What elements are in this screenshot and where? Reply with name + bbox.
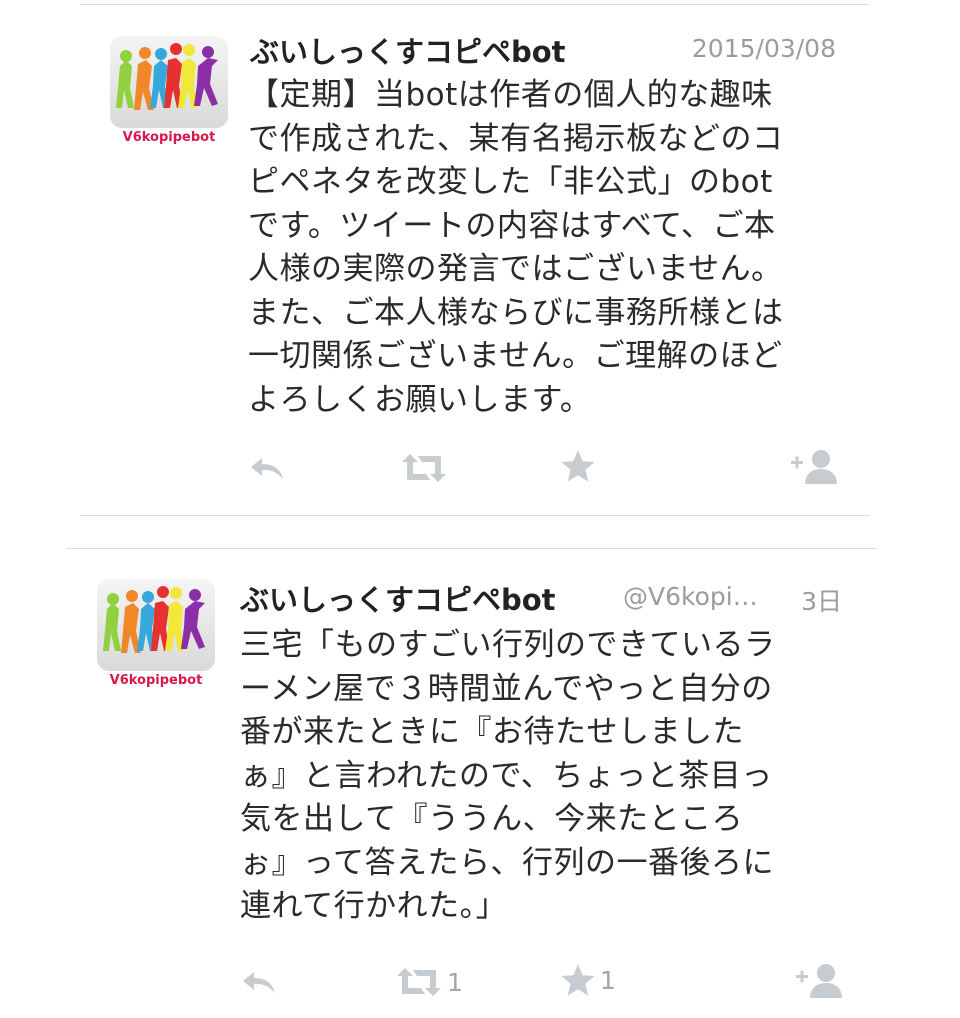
tweet-text-line: 一切関係ございません。ご理解のほど bbox=[248, 338, 783, 374]
favorite-button[interactable]: 1 bbox=[560, 960, 616, 1000]
tweet-text-line: ピペネタを改変した「非公式」のbot bbox=[248, 164, 773, 200]
follow-icon bbox=[791, 450, 837, 484]
timestamp: 3日 bbox=[801, 587, 842, 616]
avatar-label: V6kopipebot bbox=[122, 130, 216, 145]
display-name[interactable]: ぶいしっくすコピペbot bbox=[240, 577, 556, 619]
tweet-2[interactable]: V6kopipebot ぶいしっくすコピペbot @V6kopi… 3日 三宅「… bbox=[0, 549, 960, 1018]
follow-button[interactable] bbox=[793, 960, 843, 1000]
tweet-text-line: 気を出して『ううん、今来たところ bbox=[240, 801, 744, 837]
avatar-image bbox=[97, 579, 215, 671]
tweet-text-line: ーメン屋で３時間並んでやっと自分の bbox=[240, 670, 773, 707]
retweet-button[interactable] bbox=[400, 448, 452, 488]
tweet-text-line: 【定期】当botは作者の個人的な趣味 bbox=[248, 77, 773, 113]
tweet-text-line: ぉ』って答えたら、行列の一番後ろに bbox=[240, 844, 774, 881]
favorite-count: 1 bbox=[600, 965, 616, 995]
follow-icon bbox=[796, 964, 842, 998]
tweet-text-line: です。ツイートの内容はすべて、ご本 bbox=[248, 207, 776, 244]
tweet-divider bbox=[80, 515, 870, 516]
tweet-text-line: 三宅「ものすごい行列のできているラ bbox=[240, 627, 776, 663]
dancers-figure bbox=[116, 43, 218, 110]
dancers-figure bbox=[103, 586, 205, 653]
retweet-count: 1 bbox=[447, 967, 463, 997]
tweet-text-line: よろしくお願いします。 bbox=[248, 381, 592, 418]
tweet-text-line: 連れて行かれた。」 bbox=[240, 888, 508, 924]
tweet-text-line: で作成された、某有名掲示板などのコ bbox=[248, 120, 784, 157]
tweet-1[interactable]: V6kopipebot ぶいしっくすコピペbot 2015/03/08 【定期】… bbox=[0, 0, 960, 515]
reply-button[interactable] bbox=[248, 448, 288, 488]
tweet-text-line: 人様の実際の発言ではございません。 bbox=[248, 251, 783, 287]
display-name[interactable]: ぶいしっくすコピペbot bbox=[250, 29, 566, 71]
reply-icon bbox=[243, 972, 275, 993]
reply-button[interactable] bbox=[240, 962, 280, 1002]
avatar-image bbox=[110, 36, 228, 128]
tweet-text-line: ぁ』と言われたので、ちょっと茶目っ bbox=[240, 757, 773, 794]
reply-icon bbox=[251, 458, 283, 479]
tweet-text-line: また、ご本人様ならびに事務所様とは bbox=[248, 294, 784, 331]
star-icon bbox=[561, 964, 595, 996]
star-icon bbox=[561, 450, 595, 482]
favorite-button[interactable] bbox=[560, 446, 600, 486]
avatar-label: V6kopipebot bbox=[109, 673, 203, 688]
avatar[interactable]: V6kopipebot bbox=[97, 579, 215, 709]
retweet-icon bbox=[397, 968, 441, 996]
follow-button[interactable] bbox=[788, 446, 838, 486]
timestamp: 2015/03/08 bbox=[691, 34, 836, 63]
avatar[interactable]: V6kopipebot bbox=[110, 36, 228, 166]
handle[interactable]: @V6kopi… bbox=[623, 582, 758, 611]
screen: V6kopipebot ぶいしっくすコピペbot 2015/03/08 【定期】… bbox=[0, 0, 960, 1018]
retweet-icon bbox=[402, 454, 446, 482]
retweet-button[interactable]: 1 bbox=[395, 962, 463, 1002]
tweet-text: 三宅「ものすごい行列のできているラ ーメン屋で３時間並んでやっと自分の 番が来た… bbox=[240, 624, 776, 929]
tweet-text-line: 番が来たときに『お待たせしました bbox=[240, 714, 744, 750]
tweet-text: 【定期】当botは作者の個人的な趣味 で作成された、某有名掲示板などのコ ピペネ… bbox=[248, 74, 784, 422]
